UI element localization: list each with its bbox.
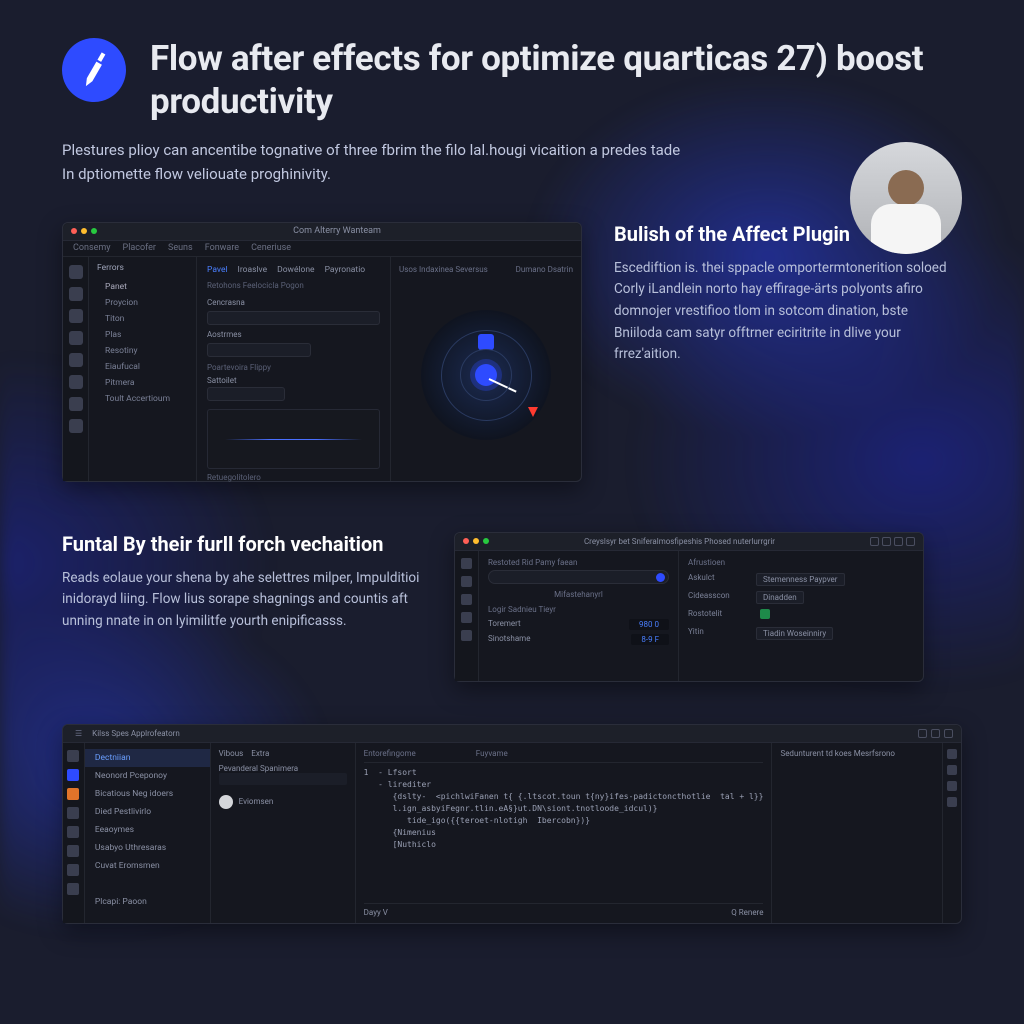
section-2-text: Funtal By their furll forch vechaition R… xyxy=(62,532,422,633)
page-title: Flow after effects for optimize quartica… xyxy=(150,38,962,123)
section-2-heading: Funtal By their furll forch vechaition xyxy=(62,532,422,556)
page-subtitle: Plestures plioy can ancentibe tognative … xyxy=(62,139,682,186)
screenshot-2: Creyslsyr bet Sniferalmosfipeshis Phosed… xyxy=(454,532,924,682)
nav-panel: Dectniian Neonord Pceponoy Bicatious Neg… xyxy=(85,743,211,923)
window-title: Com Alterry Wanteam xyxy=(293,226,381,236)
minimize-icon xyxy=(473,538,479,544)
app-logo xyxy=(55,31,133,109)
radar-dial xyxy=(421,310,551,440)
page-header: Flow after effects for optimize quartica… xyxy=(62,38,962,123)
author-avatar xyxy=(850,142,962,254)
radar-panel: Usos Indaxinea Seversus Dumano Dsatrin xyxy=(391,257,581,481)
brush-icon xyxy=(72,48,116,92)
minimize-icon xyxy=(81,228,87,234)
line-chart xyxy=(207,409,380,469)
zoom-icon xyxy=(483,538,489,544)
close-icon xyxy=(463,538,469,544)
screenshot-3: ☰ Kilss Spes Applrofeatorn Dectniian Neo… xyxy=(62,724,962,924)
code-editor: Entorefingome Fuyvame 1 - Lfsort - lired… xyxy=(356,743,773,923)
side-panel: Ferrors Panet Proycion Titon Plas Resoti… xyxy=(89,257,197,481)
center-panel: Pavel Iroaslve Dowélone Payronatio Retoh… xyxy=(197,257,391,481)
section-2-body: Reads eolaue your shena by ahe selettres… xyxy=(62,568,422,633)
screenshot-1: Com Alterry Wanteam Consemy Placofer Seu… xyxy=(62,222,582,482)
section-1-body: Escediftion is. thei sppacle omportermto… xyxy=(614,258,954,366)
close-icon xyxy=(71,228,77,234)
tool-rail xyxy=(63,257,89,481)
zoom-icon xyxy=(91,228,97,234)
